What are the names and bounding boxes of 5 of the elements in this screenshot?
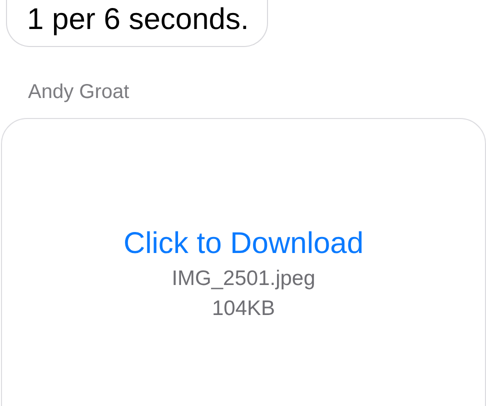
file-size: 104KB — [212, 297, 276, 321]
file-name: IMG_2501.jpeg — [172, 267, 316, 291]
sender-name: Andy Groat — [28, 81, 130, 104]
message-bubble: 1 per 6 seconds. — [6, 0, 268, 47]
download-link[interactable]: Click to Download — [123, 227, 364, 261]
